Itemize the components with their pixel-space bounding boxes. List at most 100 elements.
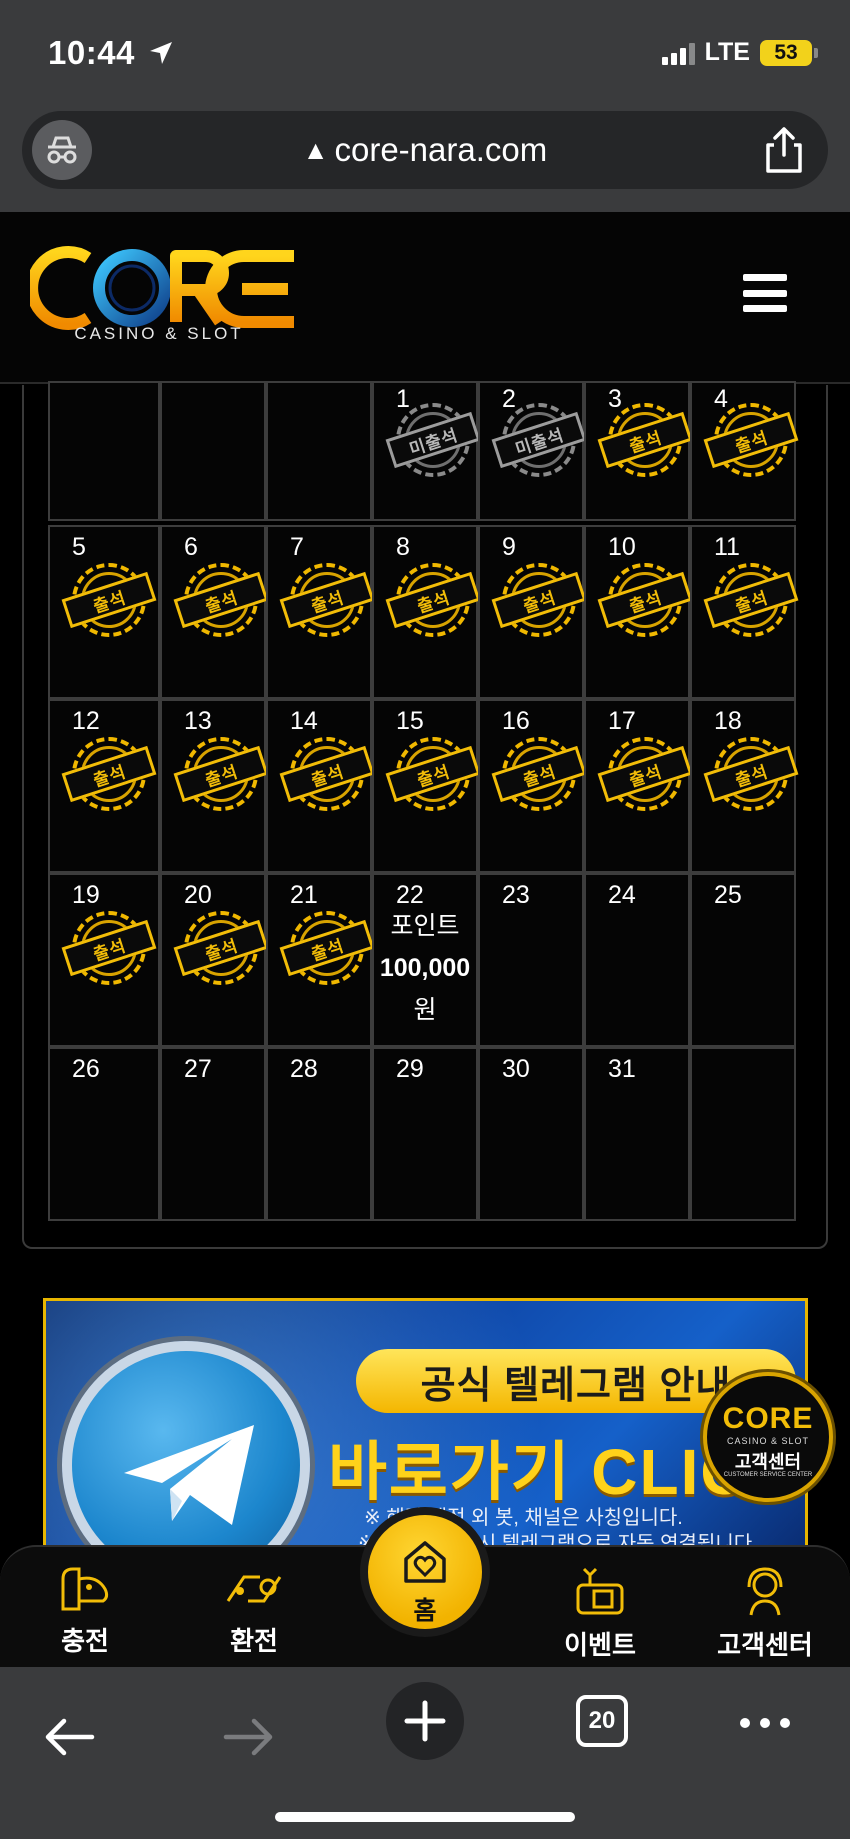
attendance-stamp-icon: 출석 bbox=[597, 737, 693, 811]
status-time: 10:44 bbox=[48, 34, 135, 71]
calendar-day-cell[interactable] bbox=[48, 381, 160, 521]
calendar-day-number: 18 bbox=[714, 707, 742, 735]
forward-arrow-icon[interactable] bbox=[222, 1717, 276, 1757]
url-text: core-nara.com bbox=[334, 131, 548, 168]
support-subtitle-2: CUSTOMER SERVICE CENTER bbox=[723, 1472, 813, 1478]
calendar-day-cell[interactable]: 5 출석 bbox=[48, 525, 160, 699]
calendar-day-cell[interactable]: 18 출석 bbox=[690, 699, 799, 873]
calendar-day-cell[interactable]: 21 출석 bbox=[266, 873, 375, 1047]
calendar-day-number: 19 bbox=[72, 881, 100, 909]
attendance-stamp-icon: 출석 bbox=[61, 911, 157, 985]
more-icon[interactable] bbox=[738, 1713, 792, 1733]
attendance-stamp-icon: 출석 bbox=[279, 737, 375, 811]
calendar-day-number: 30 bbox=[502, 1055, 530, 1083]
calendar-day-cell[interactable]: 26 bbox=[48, 1047, 160, 1221]
attendance-stamp-icon: 출석 bbox=[703, 737, 799, 811]
calendar-day-cell[interactable]: 6 출석 bbox=[160, 525, 269, 699]
calendar-day-cell[interactable]: 7 출석 bbox=[266, 525, 375, 699]
calendar-day-cell[interactable]: 16 출석 bbox=[478, 699, 587, 873]
calendar-day-cell[interactable]: 22 포인트 100,000 원 bbox=[372, 873, 478, 1047]
browser-urlbar-area: ▲ core-nara.com bbox=[0, 105, 850, 212]
calendar-day-number: 12 bbox=[72, 707, 100, 735]
location-arrow-icon bbox=[150, 42, 172, 64]
calendar-day-cell[interactable]: 11 출석 bbox=[690, 525, 799, 699]
nav-home-button[interactable]: 홈 bbox=[360, 1507, 490, 1637]
calendar-day-cell[interactable]: 27 bbox=[160, 1047, 266, 1221]
calendar-day-number: 8 bbox=[396, 533, 410, 561]
signal-icon bbox=[661, 41, 695, 65]
calendar-day-cell[interactable]: 2 미출석 bbox=[478, 381, 587, 521]
calendar-day-cell[interactable]: 4 출석 bbox=[690, 381, 799, 521]
calendar-day-number: 28 bbox=[290, 1055, 318, 1083]
absent-stamp-icon: 미출석 bbox=[385, 403, 481, 477]
calendar-day-cell[interactable]: 20 출석 bbox=[160, 873, 269, 1047]
nav-exchange-label: 환전 bbox=[230, 1626, 278, 1656]
new-tab-icon[interactable] bbox=[385, 1681, 465, 1761]
calendar-day-cell[interactable]: 19 출석 bbox=[48, 873, 160, 1047]
attendance-stamp-icon: 출석 bbox=[491, 563, 587, 637]
calendar-day-number: 11 bbox=[714, 533, 740, 561]
calendar-day-cell[interactable]: 28 bbox=[266, 1047, 372, 1221]
calendar-day-cell[interactable]: 15 출석 bbox=[372, 699, 481, 873]
calendar-day-cell[interactable] bbox=[160, 381, 266, 521]
reward-text: 원 bbox=[413, 996, 437, 1024]
attendance-stamp-icon: 출석 bbox=[279, 911, 375, 985]
calendar-day-number: 29 bbox=[396, 1055, 424, 1083]
calendar-day-number: 21 bbox=[290, 881, 318, 909]
attendance-calendar: 1 미출석 2 미출석 3 출석 4 출석 5 출석 6 출석 7 출석 8 출석 9 출석 10 출석 11 출석 12 출… bbox=[22, 381, 828, 1249]
nav-charge[interactable]: 충전 bbox=[25, 1565, 145, 1658]
status-bar: 10:44 LTE 53 bbox=[0, 0, 850, 105]
logo-subtitle: CASINO & SLOT bbox=[74, 324, 244, 343]
calendar-day-cell[interactable]: 23 bbox=[478, 873, 584, 1047]
absent-stamp-icon: 미출석 bbox=[491, 403, 587, 477]
support-logo: CORE bbox=[722, 1402, 814, 1435]
charge-icon bbox=[61, 1567, 109, 1611]
calendar-day-number: 14 bbox=[290, 707, 318, 735]
calendar-day-cell[interactable] bbox=[266, 381, 372, 521]
calendar-day-cell[interactable] bbox=[690, 1047, 796, 1221]
calendar-day-cell[interactable]: 8 출석 bbox=[372, 525, 481, 699]
calendar-day-cell[interactable]: 13 출석 bbox=[160, 699, 269, 873]
share-icon[interactable] bbox=[762, 125, 806, 175]
tab-count-button[interactable]: 20 bbox=[576, 1695, 628, 1747]
calendar-day-cell[interactable]: 24 bbox=[584, 873, 690, 1047]
calendar-day-cell[interactable]: 31 bbox=[584, 1047, 690, 1221]
attendance-stamp-icon: 출석 bbox=[491, 737, 587, 811]
back-arrow-icon[interactable] bbox=[42, 1717, 96, 1757]
calendar-day-number: 24 bbox=[608, 881, 636, 909]
calendar-grid: 1 미출석 2 미출석 3 출석 4 출석 5 출석 6 출석 7 출석 8 출석 9 출석 10 출석 11 출석 12 출… bbox=[48, 381, 828, 1223]
calendar-day-cell[interactable]: 29 bbox=[372, 1047, 478, 1221]
address-bar[interactable]: ▲ core-nara.com bbox=[22, 111, 828, 189]
attendance-stamp-icon: 출석 bbox=[385, 563, 481, 637]
calendar-day-cell[interactable]: 25 bbox=[690, 873, 796, 1047]
calendar-day-cell[interactable]: 17 출석 bbox=[584, 699, 693, 873]
calendar-day-cell[interactable]: 1 미출석 bbox=[372, 381, 481, 521]
attendance-stamp-icon: 출석 bbox=[597, 563, 693, 637]
calendar-day-cell[interactable]: 3 출석 bbox=[584, 381, 693, 521]
calendar-day-number: 13 bbox=[184, 707, 212, 735]
calendar-day-cell[interactable]: 12 출석 bbox=[48, 699, 160, 873]
attendance-stamp-icon: 출석 bbox=[61, 737, 157, 811]
nav-support[interactable]: 고객센터 bbox=[705, 1565, 825, 1662]
attendance-stamp-icon: 출석 bbox=[597, 403, 693, 477]
calendar-day-cell[interactable]: 9 출석 bbox=[478, 525, 587, 699]
calendar-day-number: 27 bbox=[184, 1055, 212, 1083]
calendar-day-cell[interactable]: 14 출석 bbox=[266, 699, 375, 873]
calendar-day-cell[interactable]: 30 bbox=[478, 1047, 584, 1221]
menu-icon[interactable] bbox=[743, 274, 787, 312]
support-floating-button[interactable]: CORE CASINO & SLOT 고객센터 CUSTOMER SERVICE… bbox=[703, 1372, 833, 1502]
nav-support-label: 고객센터 bbox=[717, 1630, 813, 1660]
url-display[interactable]: ▲ core-nara.com bbox=[22, 131, 828, 169]
gift-icon bbox=[576, 1567, 624, 1615]
home-indicator bbox=[275, 1812, 575, 1822]
attendance-stamp-icon: 출석 bbox=[173, 911, 269, 985]
warning-icon: ▲ bbox=[302, 135, 329, 165]
nav-event[interactable]: 이벤트 bbox=[540, 1565, 660, 1662]
calendar-day-cell[interactable]: 10 출석 bbox=[584, 525, 693, 699]
support-label: 고객센터 bbox=[734, 1452, 802, 1472]
calendar-day-number: 16 bbox=[502, 707, 530, 735]
attendance-stamp-icon: 출석 bbox=[173, 737, 269, 811]
calendar-day-number: 23 bbox=[502, 881, 530, 909]
nav-exchange[interactable]: 환전 bbox=[194, 1565, 314, 1658]
nav-charge-label: 충전 bbox=[61, 1626, 109, 1656]
